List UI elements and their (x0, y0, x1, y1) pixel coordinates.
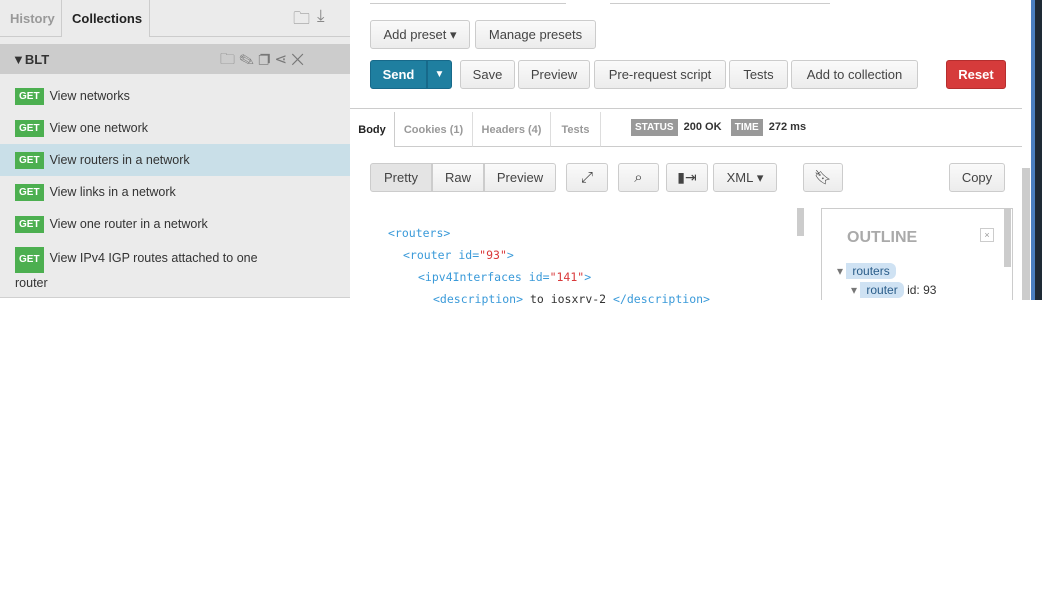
view-preview[interactable]: Preview (484, 163, 556, 192)
method-badge: GET (15, 247, 44, 273)
collection-header[interactable]: ▼BLT 🗀✎❐⋖✕ (0, 44, 350, 74)
outline-title: OUTLINE (847, 229, 918, 246)
tab-cookies[interactable]: Cookies (1) (395, 112, 473, 147)
outline-node[interactable]: router (860, 282, 904, 298)
method-badge: GET (15, 87, 44, 105)
time-value: 272 ms (768, 121, 807, 133)
list-item[interactable]: GET View IPv4 IGP routes attached to one r… (15, 247, 345, 293)
window-edge (1035, 0, 1042, 300)
method-badge: GET (15, 215, 44, 233)
expand-icon[interactable]: ⤢ (566, 163, 608, 192)
item-label: View IPv4 IGP routes attached to one (49, 251, 258, 265)
prerequest-script-button[interactable]: Pre-request script (594, 60, 726, 89)
preview-button[interactable]: Preview (518, 60, 590, 89)
status-value: 200 OK (683, 121, 722, 133)
list-item[interactable]: GET View networks (0, 80, 350, 112)
view-raw[interactable]: Raw (432, 163, 484, 192)
collapse-icon[interactable]: ▼ (12, 52, 25, 67)
add-preset-button[interactable]: Add preset ▾ (370, 20, 470, 49)
tab-body[interactable]: Body (350, 112, 395, 147)
import-icon[interactable]: ⤓ (317, 6, 325, 26)
item-label: View networks (49, 89, 130, 103)
reset-button[interactable]: Reset (946, 60, 1006, 89)
send-button[interactable]: Send (370, 60, 427, 89)
list-item-selected[interactable]: GET View routers in a network (0, 144, 350, 176)
list-item[interactable]: GET View one network (0, 112, 350, 144)
collection-name: BLT (24, 52, 50, 67)
response-body[interactable]: <routers> <router id="93"> <ipv4Interfac… (388, 222, 710, 306)
wrap-icon[interactable]: ▮⇥ (666, 163, 708, 192)
format-dropdown[interactable]: XML ▾ (713, 163, 777, 192)
tab-history[interactable]: History (0, 0, 62, 37)
time-label: TIME (730, 119, 763, 136)
tab-headers[interactable]: Headers (4) (473, 112, 551, 147)
list-item[interactable]: GET View links in a network (0, 176, 350, 208)
close-icon[interactable]: × (980, 228, 994, 242)
item-label: View links in a network (49, 185, 176, 199)
sidebar: History Collections 🗀 ⤓ ▼BLT 🗀✎❐⋖✕ GET Vi… (0, 0, 350, 298)
save-button[interactable]: Save (460, 60, 515, 89)
outline-scrollbar[interactable] (1004, 209, 1011, 267)
tab-collections[interactable]: Collections (62, 0, 150, 37)
send-dropdown-icon[interactable]: ▼ (427, 60, 452, 89)
item-label: View one network (49, 121, 148, 135)
item-label: View one router in a network (49, 217, 208, 231)
method-badge: GET (15, 119, 44, 137)
delete-icon[interactable]: ✕ (291, 51, 308, 68)
list-item[interactable]: GET View one router in a network (0, 208, 350, 240)
outline-node[interactable]: routers (846, 263, 896, 279)
tests-button[interactable]: Tests (729, 60, 788, 89)
expand-icon[interactable]: ▾ (837, 264, 843, 278)
main-scrollbar[interactable] (1022, 168, 1030, 300)
copy-button[interactable]: Copy (949, 163, 1005, 192)
expand-icon[interactable]: ▾ (851, 283, 857, 297)
code-scrollbar[interactable] (797, 208, 804, 236)
status-label: STATUS (631, 119, 678, 136)
node-attr: id: 93 (907, 283, 937, 297)
search-icon[interactable]: ⌕ (618, 163, 659, 192)
share-icon[interactable]: ⋖ (274, 51, 291, 68)
tab-tests[interactable]: Tests (551, 112, 601, 147)
edit-icon[interactable]: ✎ (239, 51, 258, 68)
status-info: STATUS 200 OK TIME 272 ms (631, 119, 807, 136)
view-pretty[interactable]: Pretty (370, 163, 432, 192)
item-label: View routers in a network (49, 153, 190, 167)
add-to-collection-button[interactable]: Add to collection (791, 60, 918, 89)
outline-panel: OUTLINE × ▾ routers ▾ router id: 93 (821, 208, 1013, 300)
add-folder-icon[interactable]: 🗀 (220, 51, 239, 68)
method-badge: GET (15, 151, 44, 169)
item-label: router (15, 276, 48, 290)
duplicate-icon[interactable]: ❐ (258, 51, 274, 68)
new-collection-icon[interactable]: 🗀 (293, 6, 310, 35)
method-badge: GET (15, 183, 44, 201)
manage-presets-button[interactable]: Manage presets (475, 20, 596, 49)
bookmark-icon[interactable]: 🔖︎ (803, 163, 843, 192)
